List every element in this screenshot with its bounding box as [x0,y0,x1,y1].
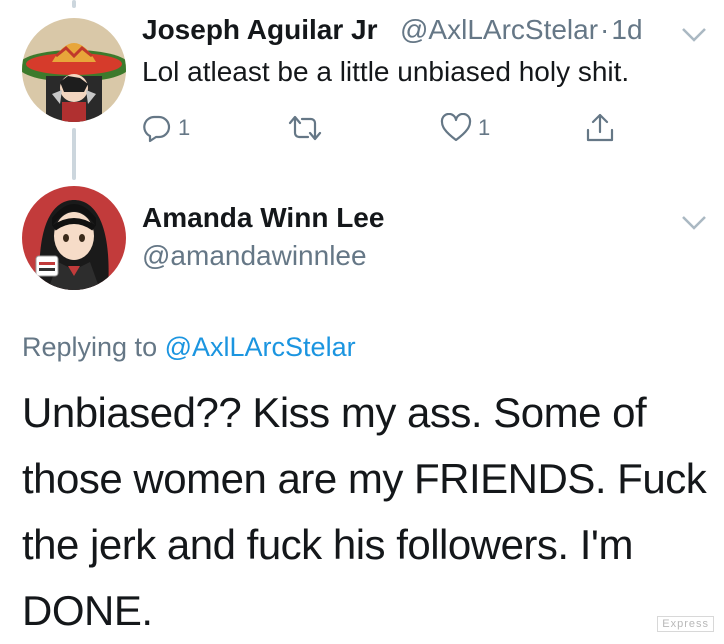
replying-prefix: Replying to [22,332,158,362]
reply-count: 1 [178,115,191,140]
like-icon [440,113,472,142]
author-name[interactable]: Amanda Winn Lee [142,202,384,234]
replying-to: Replying to @AxlLArcStelar [22,332,356,363]
like-button[interactable]: 1 [440,112,490,144]
author-handle[interactable]: @amandawinnlee [142,240,367,272]
author-handle-text[interactable]: @AxlLArcStelar [400,14,598,45]
share-button[interactable] [584,112,616,144]
replying-to-link[interactable]: @AxlLArcStelar [165,332,356,362]
share-icon [586,113,614,142]
author-name[interactable]: Joseph Aguilar Jr [142,14,377,46]
tweet-body: Unbiased?? Kiss my ass. Some of those wo… [22,389,707,634]
chevron-down-icon[interactable] [680,214,708,232]
tweet-text: Lol atleast be a little unbiased holy sh… [142,56,630,87]
timestamp[interactable]: 1d [611,14,642,45]
retweet-icon [288,115,322,141]
avatar-amanda[interactable] [22,186,126,290]
thread-line-top [72,0,76,8]
author-handle: @AxlLArcStelar·1d [400,14,643,46]
like-count: 1 [478,115,491,140]
chevron-down-icon[interactable] [680,26,708,44]
reply-icon [143,115,171,143]
thread-line-connector [72,128,76,180]
retweet-button[interactable] [286,112,330,144]
reply-button[interactable]: 1 [142,112,190,144]
watermark: Express [657,616,714,632]
avatar-joseph[interactable] [22,18,126,122]
dot-separator: · [600,14,610,45]
